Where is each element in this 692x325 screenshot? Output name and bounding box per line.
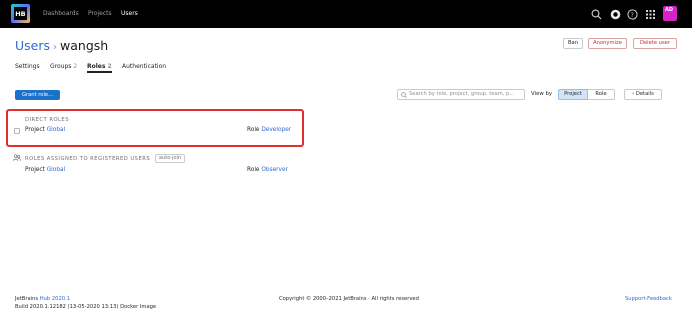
- footer-build: Build 2020.1.12182 (13-05-2020 13:13) Do…: [15, 304, 157, 310]
- role-link[interactable]: Observer: [261, 167, 288, 173]
- tab-roles[interactable]: Roles 2: [87, 63, 112, 70]
- tab-count: 2: [107, 63, 112, 70]
- svg-text:?: ?: [631, 12, 634, 19]
- support-link[interactable]: Support: [625, 296, 646, 302]
- breadcrumb-users-link[interactable]: Users: [15, 38, 50, 53]
- footer-product: JetBrains Hub 2020.1: [15, 296, 70, 302]
- tab-label: Roles: [87, 63, 106, 70]
- tab-groups[interactable]: Groups 2: [50, 63, 77, 70]
- hub-services-icon[interactable]: [610, 9, 621, 20]
- role-row-role: Role Developer: [247, 127, 291, 133]
- page-title: Users › wangsh: [15, 38, 108, 53]
- help-icon[interactable]: ?: [627, 9, 638, 20]
- nav-users[interactable]: Users: [121, 0, 138, 28]
- avatar[interactable]: AD: [663, 6, 677, 21]
- project-link[interactable]: Global: [47, 127, 66, 133]
- role-link[interactable]: Developer: [261, 127, 291, 133]
- tab-label: Groups: [50, 63, 72, 70]
- footer-copyright: Copyright © 2000–2021 JetBrains · All ri…: [279, 296, 419, 302]
- search-placeholder: Search by role, project, group, team, p.…: [409, 91, 515, 97]
- project-link[interactable]: Global: [47, 167, 66, 173]
- delete-user-button[interactable]: Delete user: [633, 38, 677, 49]
- apps-grid-icon[interactable]: [645, 9, 656, 20]
- user-group-icon: [13, 154, 21, 161]
- grant-role-button[interactable]: Grant role...: [15, 90, 60, 100]
- footer-product-link[interactable]: Hub 2020.1: [40, 296, 70, 302]
- breadcrumb-separator: ›: [53, 42, 58, 53]
- nav-projects[interactable]: Projects: [88, 0, 112, 28]
- footer-vendor: JetBrains: [15, 296, 39, 302]
- feedback-link[interactable]: Feedback: [647, 296, 672, 302]
- search-icon[interactable]: [591, 9, 602, 20]
- project-label: Project: [25, 167, 45, 173]
- tab-authentication[interactable]: Authentication: [122, 63, 166, 70]
- role-label: Role: [247, 167, 260, 173]
- tab-label: Settings: [15, 63, 40, 70]
- active-tab-indicator: [87, 71, 112, 73]
- role-row-project: Project Global: [25, 167, 65, 173]
- top-navigation-bar: HB Dashboards Projects Users ? AD: [0, 0, 692, 28]
- tab-settings[interactable]: Settings: [15, 63, 40, 70]
- project-label: Project: [25, 127, 45, 133]
- user-name: wangsh: [60, 38, 109, 53]
- hub-logo[interactable]: HB: [11, 4, 30, 23]
- tab-label: Authentication: [122, 63, 167, 70]
- details-toggle-button[interactable]: ‹ Details: [624, 89, 662, 100]
- svg-text:HB: HB: [15, 10, 25, 18]
- role-row-checkbox[interactable]: [14, 128, 20, 134]
- direct-roles-heading: DIRECT ROLES: [25, 117, 69, 123]
- role-search-field[interactable]: Search by role, project, group, team, p.…: [397, 89, 525, 100]
- ban-button[interactable]: Ban: [563, 38, 583, 49]
- view-by-label: View by: [531, 91, 553, 97]
- nav-dashboards[interactable]: Dashboards: [43, 0, 79, 28]
- auto-join-badge: auto-join: [155, 154, 186, 163]
- search-icon: [401, 92, 407, 98]
- footer-links: Support·Feedback: [625, 296, 672, 302]
- role-label: Role: [247, 127, 260, 133]
- role-row-project: Project Global: [25, 127, 65, 133]
- role-row-role: Role Observer: [247, 167, 288, 173]
- tab-count: 2: [73, 63, 78, 70]
- view-by-role-toggle[interactable]: Role: [588, 89, 615, 100]
- registered-roles-heading: ROLES ASSIGNED TO REGISTERED USERS: [25, 156, 151, 162]
- view-by-project-toggle[interactable]: Project: [558, 89, 588, 100]
- anonymize-button[interactable]: Anonymize: [588, 38, 627, 49]
